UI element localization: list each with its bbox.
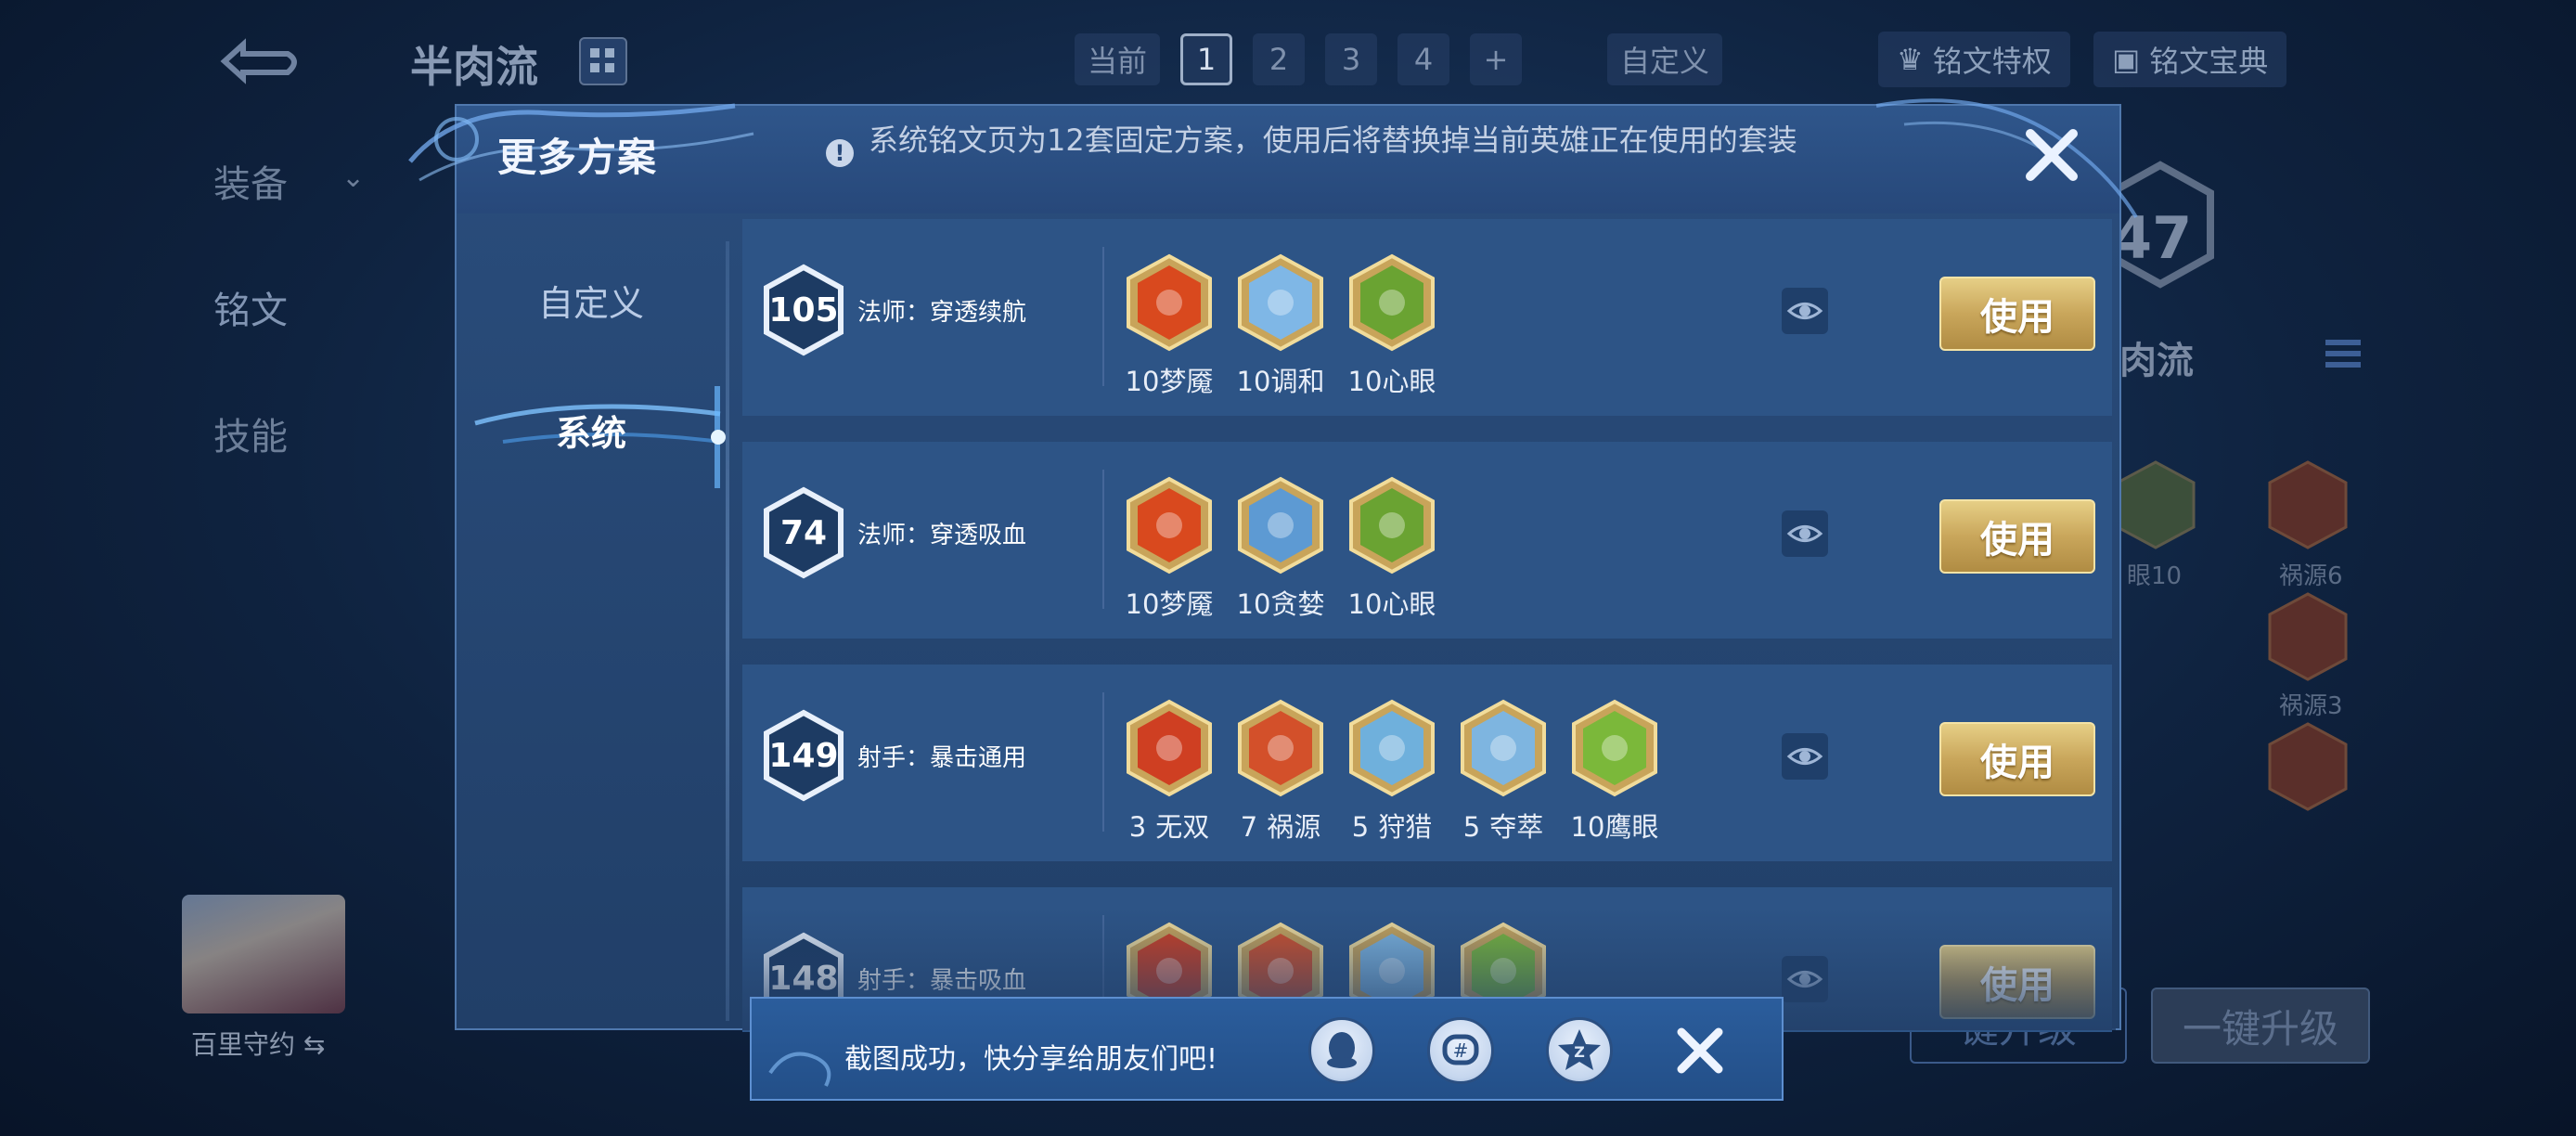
sidebar-item-skills[interactable]: 技能	[213, 407, 288, 460]
dialog-header: 更多方案 ! 系统铭文页为12套固定方案，使用后将替换掉当前英雄正在使用的套装	[408, 98, 2138, 219]
notice-text: 系统铭文页为12套固定方案，使用后将替换掉当前英雄正在使用的套装	[869, 123, 1797, 158]
preview-eye-icon[interactable]	[1782, 510, 1828, 557]
hero-avatar[interactable]	[182, 895, 345, 1013]
grid-view-icon[interactable]	[579, 37, 627, 85]
preset-name: 法师：穿透吸血	[857, 522, 1027, 549]
preset-title: 半肉流	[410, 42, 538, 92]
qzone-icon[interactable]: Z	[1546, 1017, 1613, 1084]
rune-slot-icon[interactable]	[2268, 592, 2348, 681]
crown-icon: ♛	[1897, 42, 1924, 77]
info-icon: !	[826, 139, 854, 167]
more-presets-dialog: 更多方案 ! 系统铭文页为12套固定方案，使用后将替换掉当前英雄正在使用的套装 …	[408, 98, 2138, 1032]
sidebar-item-equipment[interactable]: 装备	[213, 154, 288, 208]
rune-label: 10鹰眼	[1570, 811, 1659, 843]
rune-icon[interactable]	[1236, 475, 1325, 575]
back-arrow-icon[interactable]	[206, 33, 308, 89]
share-toast: 截图成功，快分享给朋友们吧! # Z	[750, 997, 1784, 1101]
add-page-button[interactable]: +	[1470, 33, 1523, 85]
rune-icon[interactable]	[1125, 475, 1214, 575]
preset-level: 105	[768, 290, 839, 329]
use-preset-button[interactable]: 使用	[1939, 499, 2095, 574]
rune-label: 10调和	[1236, 366, 1325, 397]
swap-icon: ⇆	[303, 1029, 326, 1060]
book-icon: ▣	[2112, 42, 2141, 77]
rune-icon[interactable]	[1459, 698, 1548, 798]
qq-icon[interactable]	[1308, 1017, 1375, 1084]
preset-card[interactable]: 74 法师：穿透吸血 10梦魇 10贪婪 10心眼 使用	[742, 442, 2112, 639]
rune-icon[interactable]	[1347, 698, 1436, 798]
tab-custom[interactable]: 自定义	[1607, 33, 1723, 85]
rune-icon[interactable]	[1347, 252, 1436, 353]
rune-icon[interactable]	[1125, 252, 1214, 353]
rune-icon[interactable]	[1125, 698, 1214, 798]
rune-label: 5 夺萃	[1462, 811, 1544, 843]
dialog-sidebar: 自定义 系统	[457, 213, 726, 1030]
preview-eye-icon[interactable]	[1782, 288, 1828, 334]
preset-level: 74	[779, 513, 828, 552]
rune-icon[interactable]	[1347, 475, 1436, 575]
rune-icon[interactable]	[1236, 252, 1325, 353]
tab-page-4[interactable]: 4	[1397, 33, 1450, 85]
list-icon[interactable]	[2320, 330, 2366, 377]
sidebar-item-system[interactable]: 系统	[457, 405, 726, 456]
one-click-upgrade-button[interactable]: 一键升级	[2151, 988, 2370, 1064]
tab-current[interactable]: 当前	[1075, 33, 1161, 85]
preset-level: 149	[768, 736, 839, 775]
divider	[1102, 470, 1104, 609]
rune-slot-icon[interactable]	[2268, 460, 2348, 549]
close-icon[interactable]	[2021, 124, 2082, 186]
preset-card[interactable]: 149 射手：暴击通用 3 无双 7 祸源 5 狩猎 5 夺萃 10鹰眼 使用	[742, 665, 2112, 861]
dialog-title: 更多方案	[497, 135, 658, 180]
rune-label: 10贪婪	[1236, 588, 1325, 620]
rune-label: 5 狩猎	[1351, 811, 1433, 843]
rune-icon[interactable]	[1570, 698, 1659, 798]
cloud-swirl-decoration	[1875, 98, 2138, 219]
tab-page-2[interactable]: 2	[1253, 33, 1306, 85]
sidebar-divider	[726, 241, 729, 1021]
rune-label: 10梦魇	[1125, 366, 1214, 397]
rune-label: 10心眼	[1347, 588, 1436, 620]
rune-icon[interactable]	[1236, 698, 1325, 798]
use-preset-button[interactable]: 使用	[1939, 277, 2095, 351]
use-preset-button[interactable]: 使用	[1939, 722, 2095, 796]
toast-message: 截图成功，快分享给朋友们吧!	[844, 1043, 1218, 1076]
hero-name[interactable]: 百里守约 ⇆	[191, 1025, 325, 1062]
tab-page-1[interactable]: 1	[1180, 33, 1233, 85]
rune-slot-icon[interactable]	[2116, 460, 2196, 549]
sidebar-item-runes[interactable]: 铭文	[213, 280, 288, 334]
wechat-moments-icon[interactable]: #	[1427, 1017, 1494, 1084]
tab-page-3[interactable]: 3	[1325, 33, 1378, 85]
svg-text:Z: Z	[1574, 1043, 1585, 1061]
divider	[1102, 247, 1104, 386]
set-name: 肉流	[2119, 340, 2194, 382]
rune-label: 3 无双	[1128, 811, 1210, 843]
close-icon[interactable]	[1670, 1021, 1730, 1080]
page-tabs: 当前 1 2 3 4 + 自定义	[1075, 32, 1723, 87]
rune-label: 7 祸源	[1240, 811, 1321, 843]
rune-label: 10梦魇	[1125, 588, 1214, 620]
cloud-swirl-decoration	[768, 1052, 831, 1087]
sidebar-item-custom[interactable]: 自定义	[457, 275, 726, 326]
preview-eye-icon[interactable]	[1782, 733, 1828, 780]
divider	[1102, 692, 1104, 832]
chevron-down-icon: ⌄	[341, 161, 366, 194]
rune-label: 10心眼	[1347, 366, 1436, 397]
svg-text:#: #	[1453, 1039, 1469, 1062]
rune-slot-icon[interactable]	[2268, 722, 2348, 811]
preset-name: 法师：穿透续航	[857, 299, 1027, 327]
preset-card[interactable]: 105 法师：穿透续航 10梦魇 10调和 10心眼 使用	[742, 219, 2112, 416]
preset-name: 射手：暴击通用	[857, 744, 1027, 772]
